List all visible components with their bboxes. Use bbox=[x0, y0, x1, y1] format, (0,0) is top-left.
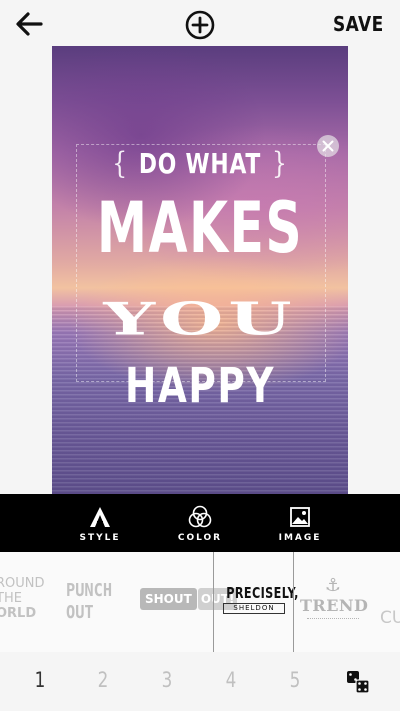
font-around-line3: ORLD bbox=[0, 606, 37, 621]
font-around-line1: ROUND bbox=[0, 576, 45, 591]
quote-line-2: MAKES bbox=[96, 187, 304, 269]
tab-style-label: STYLE bbox=[79, 533, 121, 543]
quote-line-1: { DO WHAT} bbox=[85, 146, 316, 181]
tab-image-label: IMAGE bbox=[278, 533, 322, 543]
font-shout-part1: SHOUT bbox=[140, 588, 197, 610]
font-trend-underline bbox=[307, 618, 359, 619]
quote-line-1-text: DO WHAT bbox=[138, 147, 262, 180]
font-punch-line2: OUT bbox=[66, 602, 94, 623]
font-selection-divider-left bbox=[213, 552, 214, 652]
tab-image[interactable]: IMAGE bbox=[260, 494, 340, 552]
page-5[interactable]: 5 bbox=[287, 668, 303, 692]
page-1[interactable]: 1 bbox=[32, 668, 48, 692]
brace-close: } bbox=[272, 146, 288, 181]
tab-color[interactable]: COLOR bbox=[160, 494, 240, 552]
close-icon[interactable] bbox=[317, 135, 339, 157]
page-3[interactable]: 3 bbox=[159, 668, 175, 692]
font-option-precisely-sheldon[interactable]: PRECISELY, SHELDON bbox=[217, 584, 299, 614]
quote-line-3: YOU bbox=[103, 292, 297, 346]
font-punch-line1: PUNCH bbox=[66, 580, 113, 601]
font-option-punch-out[interactable]: PUNCH OUT bbox=[66, 580, 112, 624]
style-a-icon bbox=[88, 505, 112, 529]
font-style-strip[interactable]: ROUND THE ORLD PUNCH OUT SHOUTOUT! PRECI… bbox=[0, 552, 400, 652]
dice-icon[interactable] bbox=[346, 670, 370, 694]
tab-style[interactable]: STYLE bbox=[60, 494, 140, 552]
style-page-selector: 1 2 3 4 5 bbox=[0, 652, 400, 711]
font-option-cu[interactable]: CU bbox=[380, 608, 400, 628]
poster-canvas[interactable]: { DO WHAT} MAKES YOU HAPPY bbox=[52, 46, 348, 494]
color-circles-icon bbox=[188, 505, 212, 529]
brace-open: { bbox=[112, 146, 128, 181]
image-icon bbox=[288, 505, 312, 529]
page-2[interactable]: 2 bbox=[95, 668, 111, 692]
quote-line-4: HAPPY bbox=[124, 358, 276, 414]
arrow-left-icon[interactable] bbox=[14, 10, 44, 38]
tab-color-label: COLOR bbox=[177, 533, 223, 543]
font-around-line2: THE bbox=[0, 591, 22, 606]
font-precisely-line1: PRECISELY, bbox=[226, 584, 299, 602]
save-button[interactable]: SAVE bbox=[333, 12, 384, 36]
font-precisely-line2: SHELDON bbox=[223, 603, 285, 614]
top-bar: SAVE bbox=[0, 0, 400, 46]
font-option-trend[interactable]: ⚓ TREND bbox=[300, 575, 369, 619]
font-option-around-the-world[interactable]: ROUND THE ORLD bbox=[0, 576, 45, 621]
font-selection-divider-right bbox=[293, 552, 294, 652]
editor-tab-bar: STYLE COLOR IMAGE bbox=[0, 494, 400, 552]
font-trend-label: TREND bbox=[300, 596, 369, 615]
page-4[interactable]: 4 bbox=[223, 668, 239, 692]
plus-circle-icon[interactable] bbox=[184, 9, 216, 41]
anchor-icon: ⚓ bbox=[324, 575, 342, 596]
